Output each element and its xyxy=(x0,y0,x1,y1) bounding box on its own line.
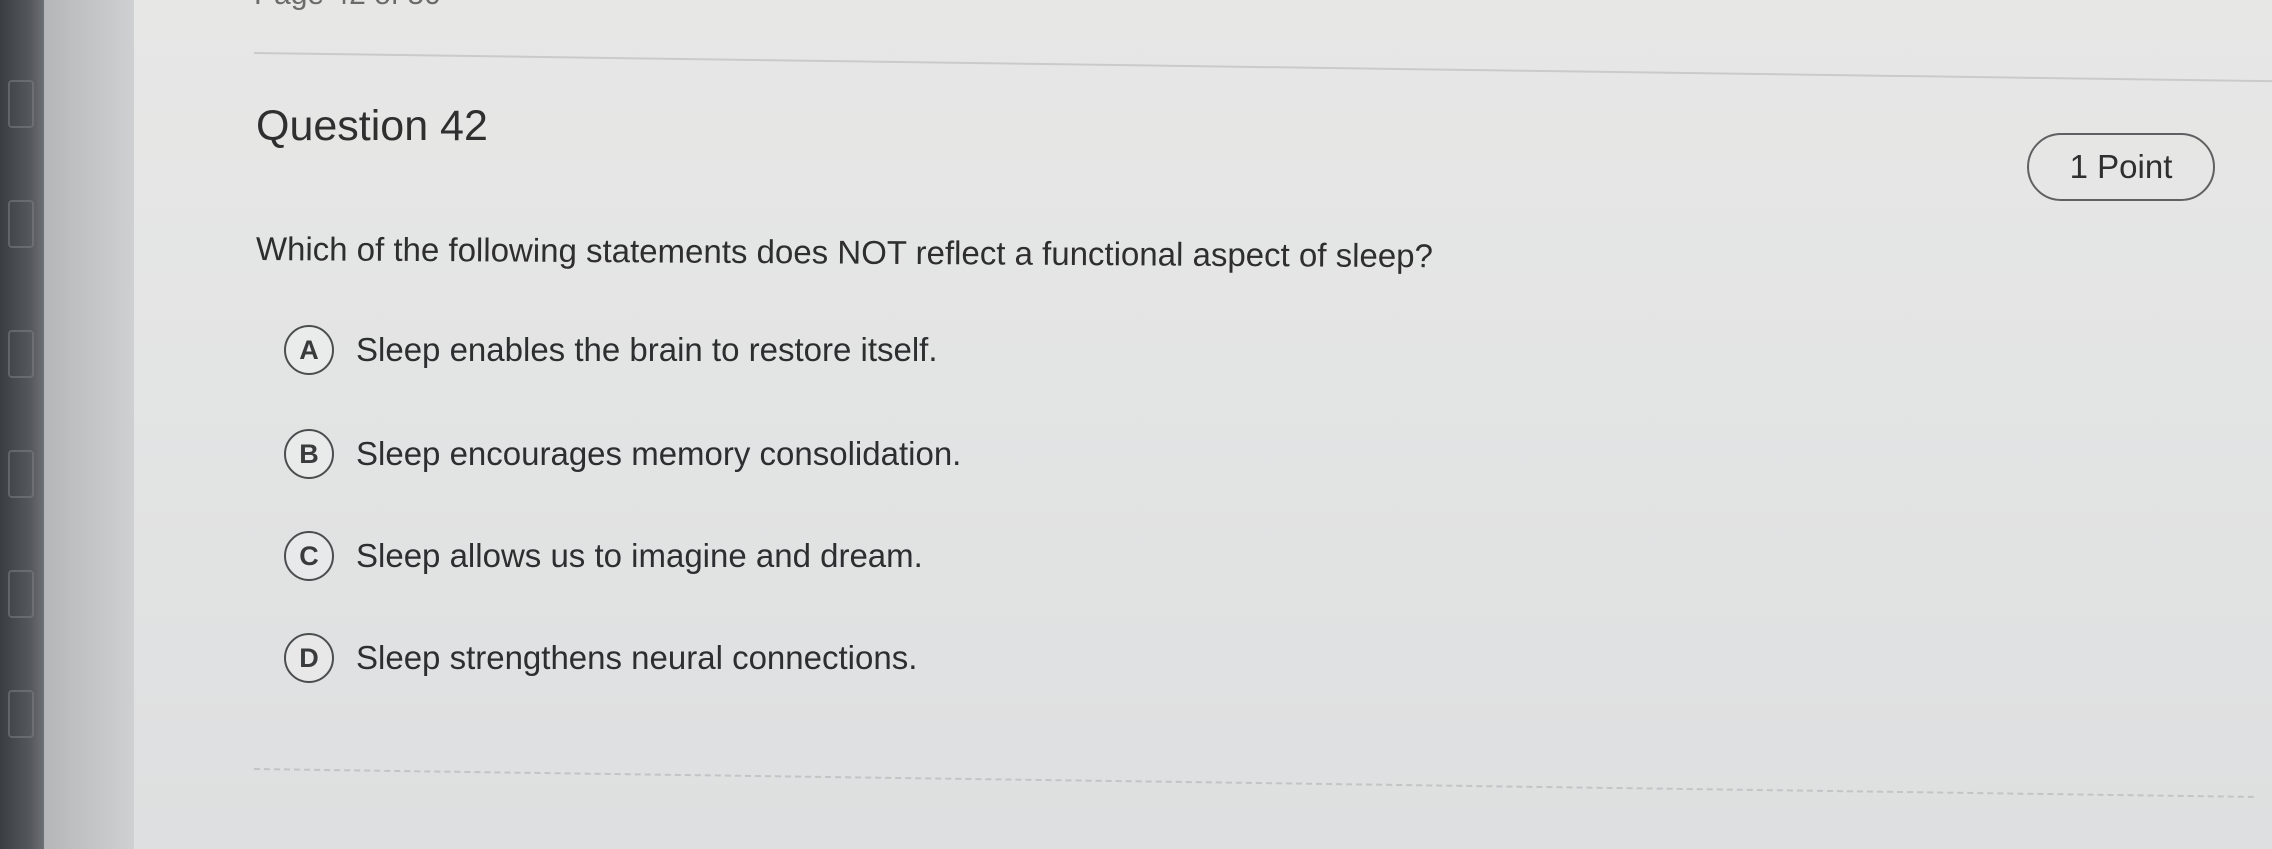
bezel-icon xyxy=(8,450,34,498)
bottom-divider xyxy=(253,768,2254,798)
option-text: Sleep encourages memory consolidation. xyxy=(356,435,962,472)
screen-bezel xyxy=(0,0,44,849)
question-page: Page 42 of 50 Question 42 1 Point Which … xyxy=(134,0,2272,849)
page-indicator: Page 42 of 50 xyxy=(254,0,441,12)
bezel-icon xyxy=(8,80,34,128)
points-badge: 1 Point xyxy=(2027,133,2215,201)
option-text: Sleep allows us to imagine and dream. xyxy=(356,537,923,574)
option-letter-badge: A xyxy=(284,325,334,375)
answer-option-b[interactable]: B Sleep encourages memory consolidation. xyxy=(284,426,961,482)
bezel-icon xyxy=(8,570,34,618)
bezel-icon xyxy=(8,330,34,378)
bezel-icon xyxy=(8,200,34,248)
option-text: Sleep enables the brain to restore itsel… xyxy=(356,331,938,368)
option-letter-badge: C xyxy=(284,531,334,581)
bezel-icon xyxy=(8,690,34,738)
option-text: Sleep strengthens neural connections. xyxy=(356,639,918,676)
side-panel xyxy=(44,0,134,849)
top-divider xyxy=(253,52,2272,84)
question-prompt: Which of the following statements does N… xyxy=(255,230,1433,275)
answer-option-d[interactable]: D Sleep strengthens neural connections. xyxy=(284,630,917,686)
option-letter-badge: D xyxy=(284,633,334,683)
option-letter-badge: B xyxy=(284,429,334,479)
answer-option-c[interactable]: C Sleep allows us to imagine and dream. xyxy=(284,528,923,584)
answer-option-a[interactable]: A Sleep enables the brain to restore its… xyxy=(284,322,938,378)
question-heading: Question 42 xyxy=(256,102,488,150)
